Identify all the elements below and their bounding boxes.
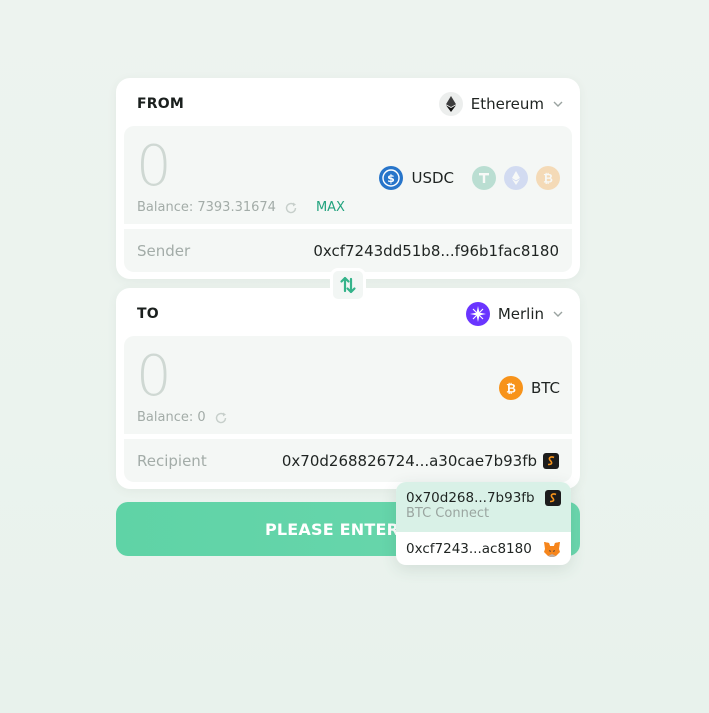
sender-row: Sender 0xcf7243dd51b8...f96b1fac8180 (124, 229, 572, 272)
sender-address[interactable]: 0xcf7243dd51b8...f96b1fac8180 (313, 242, 559, 260)
wallet-option-btc-connect[interactable]: 0x70d268...7b93fb BTC Connect (396, 482, 571, 532)
from-header: FROM Ethereum (137, 92, 564, 116)
wallet-option-name: BTC Connect (406, 506, 490, 521)
from-chain-name: Ethereum (470, 95, 544, 113)
recipient-row: Recipient 0x70d268826724...a30cae7b93fb (124, 439, 572, 482)
from-amount-input[interactable]: 0 (136, 132, 172, 202)
recipient-address: 0x70d268826724...a30cae7b93fb (281, 451, 537, 470)
recipient-label: Recipient (137, 451, 207, 470)
from-panel: FROM Ethereum 0 Balance: 7393.31674 MAX (116, 78, 580, 279)
chevron-down-icon (552, 98, 564, 110)
to-amount-input[interactable]: 0 (136, 342, 172, 412)
ethereum-token-icon[interactable] (504, 166, 528, 190)
usdc-icon[interactable]: $ (379, 166, 404, 190)
from-balance-row: Balance: 7393.31674 MAX (137, 200, 345, 215)
to-title: TO (137, 306, 159, 322)
swap-direction-button[interactable] (330, 268, 366, 302)
btc-connect-icon (545, 490, 561, 506)
svg-text:$: $ (388, 172, 396, 185)
recipient-wallet-dropdown: 0x70d268...7b93fb BTC Connect 0xcf7243..… (396, 482, 571, 565)
chevron-down-icon (552, 308, 564, 320)
to-panel: TO Merlin 0 Balance: 0 ₿ BTC Recipient 0… (116, 288, 580, 489)
from-balance: Balance: 7393.31674 (137, 200, 276, 215)
to-chain-name: Merlin (497, 305, 544, 323)
btc-connect-icon (543, 452, 559, 469)
merlin-icon (465, 302, 490, 326)
from-token-name[interactable]: USDC (411, 169, 454, 187)
wallet-option-address: 0xcf7243...ac8180 (406, 540, 532, 557)
recipient-address-selector[interactable]: 0x70d268826724...a30cae7b93fb (282, 452, 559, 470)
sender-label: Sender (137, 241, 191, 260)
bitcoin-icon[interactable]: ₿ (498, 376, 523, 400)
swap-arrows-icon (338, 275, 358, 295)
wallet-option-metamask[interactable]: 0xcf7243...ac8180 (396, 532, 571, 565)
refresh-icon[interactable] (284, 201, 298, 215)
bitcoin-token-icon[interactable]: ₿ (536, 166, 560, 190)
to-chain-selector[interactable]: Merlin (465, 302, 564, 326)
refresh-icon[interactable] (214, 411, 228, 425)
to-balance-row: Balance: 0 (137, 410, 228, 425)
to-token-name[interactable]: BTC (531, 379, 560, 397)
max-button[interactable]: MAX (316, 200, 345, 215)
to-header: TO Merlin (137, 302, 564, 326)
to-amount-area: 0 Balance: 0 ₿ BTC (124, 336, 572, 434)
to-balance: Balance: 0 (137, 410, 206, 425)
svg-text:₿: ₿ (543, 172, 553, 186)
metamask-icon (543, 541, 561, 557)
wallet-option-address: 0x70d268...7b93fb (406, 490, 535, 506)
svg-text:₿: ₿ (506, 382, 516, 396)
to-token-row: ₿ BTC (498, 376, 560, 400)
usdt-icon[interactable] (472, 166, 496, 190)
ethereum-icon (438, 92, 463, 116)
from-title: FROM (137, 96, 184, 112)
from-amount-area: 0 Balance: 7393.31674 MAX $ USDC ₿ (124, 126, 572, 224)
from-chain-selector[interactable]: Ethereum (438, 92, 564, 116)
from-token-row: $ USDC ₿ (379, 166, 560, 190)
